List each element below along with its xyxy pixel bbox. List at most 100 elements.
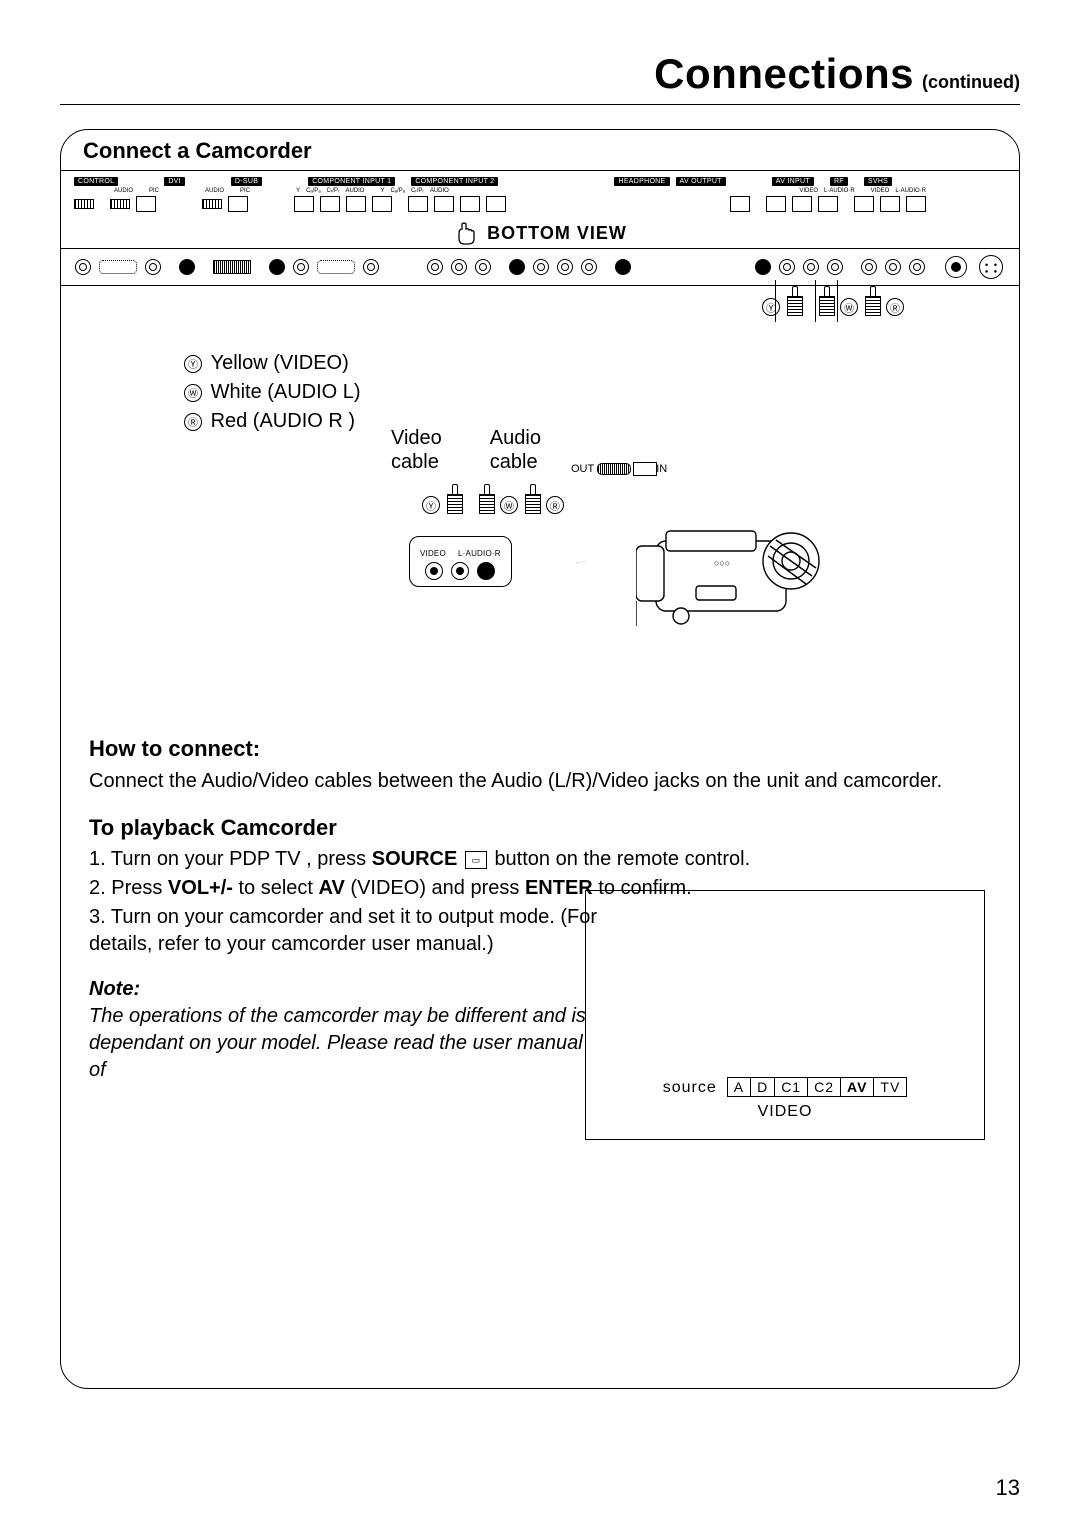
playback-step1-c: button on the remote control. — [494, 848, 750, 870]
connection-diagram: Ⓨ Ⓦ Ⓡ Ⓨ Yellow (VIDEO) Ⓦ White (AUDIO L)… — [81, 286, 999, 716]
page-number: 13 — [996, 1475, 1020, 1501]
jack-icon — [179, 259, 195, 275]
port-label-comp1: COMPONENT INPUT 1 — [308, 177, 395, 186]
control-port-icon — [74, 199, 94, 209]
avout-port-icon — [792, 196, 812, 212]
plug-mark-w: Ⓦ — [840, 298, 858, 316]
port-sub-cbpb: Cₐ/Pₐ — [306, 188, 320, 194]
playback-step2-vol: VOL+/- — [168, 877, 233, 899]
legend-text-red: Red (AUDIO R ) — [211, 410, 355, 433]
jack-icon — [475, 259, 491, 275]
bottom-view-row: BOTTOM VIEW — [61, 220, 1019, 246]
rca-module-video-label: VIDEO — [420, 549, 446, 558]
page-header: Connections (continued) — [60, 50, 1020, 98]
osd-content: source ADC1C2AVTV VIDEO — [616, 1079, 954, 1121]
in-label: IN — [656, 463, 667, 475]
jack-avout-r-icon — [827, 259, 843, 275]
comp1-port-icon — [294, 196, 314, 212]
port-label-dsub: D-SUB — [231, 177, 262, 186]
video-cable-label-l2: cable — [391, 451, 439, 473]
dvi-sub-port-icon — [136, 196, 156, 212]
jack-icon — [363, 259, 379, 275]
port-label-dvi: DVI — [164, 177, 185, 186]
port-sub-pic: PIC — [149, 188, 159, 194]
port-label-rf: RF — [830, 177, 848, 186]
playback-step3: 3. Turn on your camcorder and set it to … — [89, 904, 609, 958]
comp2-port-icon — [434, 196, 454, 212]
chip-icon — [213, 260, 251, 274]
comp1-port-icon — [372, 196, 392, 212]
header-subtitle: (continued) — [922, 72, 1020, 93]
rca-plug-icon — [525, 484, 539, 514]
jack-avin-video-icon — [861, 259, 877, 275]
port-sub-laudior: L·AUDIO·R — [824, 188, 855, 194]
osd-source-item: C1 — [775, 1077, 808, 1097]
rca-plug-icon — [819, 286, 833, 316]
rca-plug-icon — [865, 286, 879, 316]
legend-mark-w: Ⓦ — [184, 384, 202, 402]
playback-step3-text: 3. Turn on your camcorder and set it to … — [89, 906, 597, 955]
slot-icon — [317, 260, 355, 274]
note-block: Note: The operations of the camcorder ma… — [89, 976, 589, 1084]
port-sub-y: Y — [296, 188, 300, 194]
port-label-avin: AV INPUT — [772, 177, 814, 186]
rca-module-plugs: Ⓨ Ⓦ Ⓡ — [419, 484, 567, 514]
playback-step2-a: 2. Press — [89, 877, 168, 899]
port-sub-audio: AUDIO — [114, 188, 133, 194]
jack-icon — [145, 259, 161, 275]
avin-port-icon — [906, 196, 926, 212]
playback-step2-av: AV — [319, 877, 345, 899]
avin-port-icon — [854, 196, 874, 212]
rca-jack-video-icon — [425, 562, 443, 580]
comp1-port-icon — [346, 196, 366, 212]
switch-track-icon — [597, 463, 631, 475]
section-box: Connect a Camcorder CONTROL DVI D-SUB CO… — [60, 129, 1020, 1389]
playback-step2-c: to select — [239, 877, 319, 899]
rca-module-laudior-label: L·AUDIO·R — [458, 549, 501, 558]
rca-jack-l-icon — [451, 562, 469, 580]
page: Connections (continued) Connect a Camcor… — [0, 0, 1080, 1527]
osd-source-row: source ADC1C2AVTV — [616, 1079, 954, 1097]
avout-port-icon — [818, 196, 838, 212]
note-line2: dependant on your model. Please read the… — [89, 1032, 583, 1081]
header-title: Connections — [654, 50, 914, 98]
av-input-plugs: Ⓨ Ⓦ Ⓡ — [759, 286, 907, 316]
plug-mark-y: Ⓨ — [762, 298, 780, 316]
port-sub-audio4: AUDIO — [430, 188, 449, 194]
port-sub-crpr2: Cᵣ/Pᵣ — [411, 188, 424, 194]
rca-plug-icon — [447, 484, 461, 514]
plug-mark-r2: Ⓡ — [546, 496, 564, 514]
legend-mark-y: Ⓨ — [184, 355, 202, 373]
port-label-control: CONTROL — [74, 177, 118, 186]
osd-source-item: D — [751, 1077, 775, 1097]
jack-icon — [581, 259, 597, 275]
avin-port-icon — [880, 196, 900, 212]
how-to-line: Connect the Audio/Video cables between t… — [89, 768, 991, 795]
osd-subtext: VIDEO — [616, 1103, 954, 1121]
jack-icon — [533, 259, 549, 275]
port-label-headphone: HEADPHONE — [614, 177, 669, 186]
jack-avin-r-icon — [909, 259, 925, 275]
jack-icon — [75, 259, 91, 275]
camcorder-icon: ○○○ — [636, 486, 836, 636]
audio-cable-label-l2: cable — [490, 451, 538, 473]
rf-antenna-icon — [945, 256, 967, 278]
osd-source-item: TV — [874, 1077, 907, 1097]
port-sub-audio2: AUDIO — [205, 188, 224, 194]
audio-cable-label: Audio cable — [490, 426, 541, 474]
out-label: OUT — [571, 463, 594, 475]
note-line1: The operations of the camcorder may be d… — [89, 1005, 586, 1027]
video-cable-label: Video cable — [391, 426, 442, 474]
port-label-avout: AV OUTPUT — [676, 177, 726, 186]
jack-avout-l-icon — [803, 259, 819, 275]
svg-text:○○○: ○○○ — [714, 558, 730, 568]
video-cable-label-l1: Video — [391, 427, 442, 449]
port-shape-row — [61, 196, 1019, 216]
dsub-port-icon — [202, 199, 222, 209]
comp2-port-icon — [460, 196, 480, 212]
playback-step1-a: 1. Turn on your PDP TV , press — [89, 848, 372, 870]
comp2-port-icon — [486, 196, 506, 212]
jack-icon — [557, 259, 573, 275]
playback-step1: 1. Turn on your PDP TV , press SOURCE ▭ … — [89, 846, 991, 873]
jack-avout-video-icon — [779, 259, 795, 275]
